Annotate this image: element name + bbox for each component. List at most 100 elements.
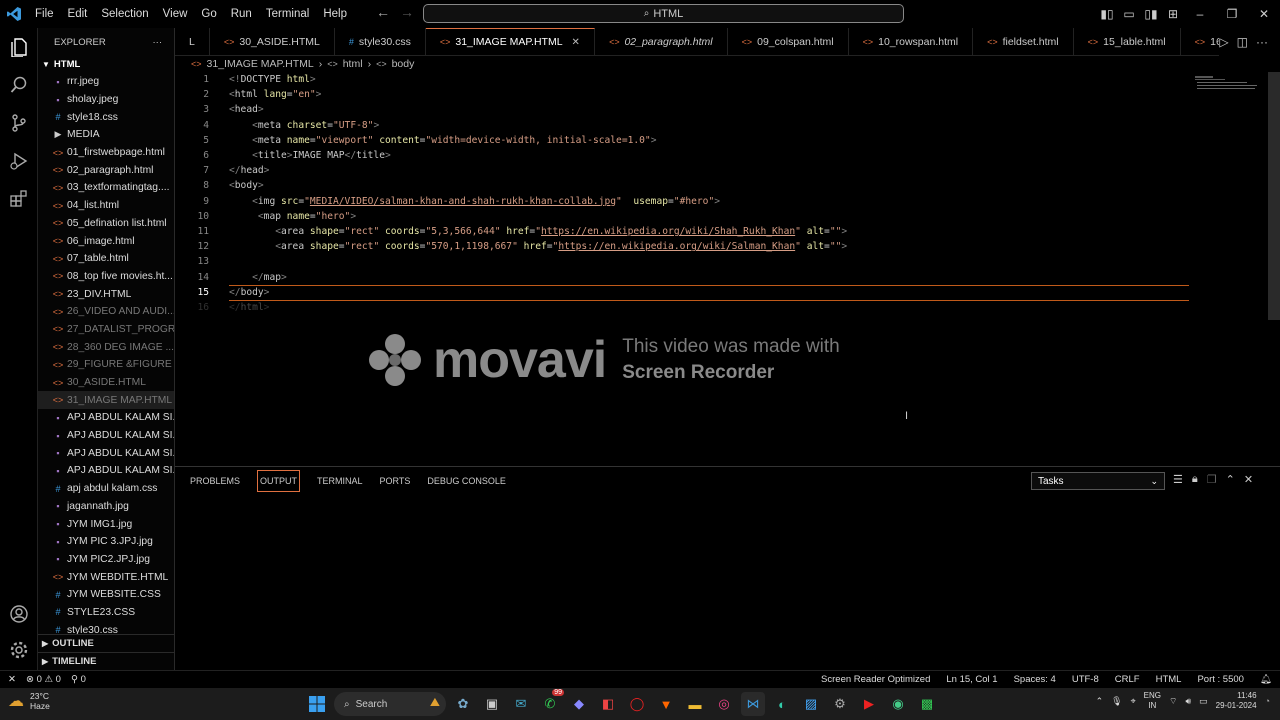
remote-icon[interactable]: ✕ bbox=[8, 674, 16, 685]
game-icon[interactable]: ▩ bbox=[915, 692, 939, 716]
restore-button[interactable]: ❐ bbox=[1216, 7, 1248, 21]
mail-icon[interactable]: ✉ bbox=[509, 692, 533, 716]
file-tree-item[interactable]: <> 27_DATALIST_PROGR... bbox=[38, 321, 174, 339]
extensions-icon[interactable] bbox=[0, 180, 38, 218]
file-tree-item[interactable]: ▪ JYM IMG1.jpg bbox=[38, 515, 174, 533]
file-tree-item[interactable]: ▪ APJ ABDUL KALAM SI... bbox=[38, 409, 174, 427]
close-tab-icon[interactable]: ✕ bbox=[572, 37, 580, 48]
file-tree-item[interactable]: <> 23_DIV.HTML bbox=[38, 285, 174, 303]
instagram-icon[interactable]: ◎ bbox=[712, 692, 736, 716]
toggle-panel-icon[interactable]: ▭ bbox=[1118, 7, 1140, 21]
run-debug-icon[interactable] bbox=[0, 142, 38, 180]
panel-tab-problems[interactable]: PROBLEMS bbox=[190, 470, 240, 492]
file-tree-item[interactable]: <> 29_FIGURE &FIGURE ... bbox=[38, 356, 174, 374]
search-icon[interactable] bbox=[0, 66, 38, 104]
panel-tab-output[interactable]: OUTPUT bbox=[257, 470, 301, 492]
file-tree-item[interactable]: # JYM WEBSITE.CSS bbox=[38, 586, 174, 604]
file-tree-item[interactable]: <> 06_image.html bbox=[38, 232, 174, 250]
breadcrumb-body[interactable]: body bbox=[392, 58, 415, 70]
menu-item-view[interactable]: View bbox=[156, 8, 195, 20]
file-tree-item[interactable]: ▪ JYM PIC 3.JPJ.jpg bbox=[38, 533, 174, 551]
file-tree-item[interactable]: ▪ jagannath.jpg bbox=[38, 498, 174, 516]
editor-tab[interactable]: <> 30_ASIDE.HTML bbox=[210, 28, 335, 55]
whatsapp-icon[interactable]: ✆ 99 bbox=[538, 689, 564, 716]
account-icon[interactable] bbox=[0, 595, 38, 633]
settings-gear-icon[interactable] bbox=[0, 631, 38, 669]
office-icon[interactable]: ◧ bbox=[596, 692, 620, 716]
chrome-icon[interactable]: ◉ bbox=[886, 692, 910, 716]
menu-item-run[interactable]: Run bbox=[224, 8, 259, 20]
edge-icon[interactable]: ◐ bbox=[770, 692, 794, 716]
file-tree-item[interactable]: <> 05_defination list.html bbox=[38, 215, 174, 233]
toggle-secondary-sidebar-icon[interactable]: ▯▮ bbox=[1140, 7, 1162, 21]
status-item[interactable]: Ln 15, Col 1 bbox=[946, 674, 997, 685]
status-item[interactable]: Port : 5500 bbox=[1197, 674, 1243, 685]
microphone-icon[interactable]: 🎙︎ bbox=[1111, 696, 1122, 707]
notifications-bell-icon[interactable]: 🔔︎ bbox=[1260, 674, 1272, 685]
more-actions-icon[interactable]: ··· bbox=[1256, 35, 1268, 49]
close-window-button[interactable]: ✕ bbox=[1248, 7, 1280, 21]
file-tree-item[interactable]: ▪ APJ ABDUL KALAM SI... bbox=[38, 444, 174, 462]
task-view-icon[interactable]: ▣ bbox=[480, 692, 504, 716]
battery-icon[interactable]: ▭ bbox=[1199, 696, 1208, 707]
copy-icon[interactable]: ❐ bbox=[1207, 473, 1217, 486]
list-icon[interactable]: ☰ bbox=[1173, 473, 1183, 486]
ports-indicator[interactable]: ⚲ 0 bbox=[71, 674, 86, 685]
wifi-icon[interactable]: ⌔ bbox=[1169, 696, 1177, 707]
menu-item-help[interactable]: Help bbox=[316, 8, 354, 20]
editor-tab[interactable]: # style30.css bbox=[335, 28, 426, 55]
workspace-folder[interactable]: ▼ HTML bbox=[38, 56, 174, 73]
editor-tab[interactable]: <> fieldset.html bbox=[973, 28, 1074, 55]
file-tree-item[interactable]: ▪ APJ ABDUL KALAM SI... bbox=[38, 462, 174, 480]
file-tree-item[interactable]: ▪ rrr.jpeg bbox=[38, 73, 174, 91]
menu-item-edit[interactable]: Edit bbox=[61, 8, 95, 20]
settings-icon[interactable]: ⚙ bbox=[828, 692, 852, 716]
status-item[interactable]: Screen Reader Optimized bbox=[821, 674, 930, 685]
output-channel-select[interactable]: Tasks ⌄ bbox=[1031, 472, 1165, 490]
file-tree-item[interactable]: <> 04_list.html bbox=[38, 197, 174, 215]
lock-icon[interactable]: 🔒︎ bbox=[1192, 473, 1198, 486]
notification-icon[interactable]: ◔ bbox=[1265, 696, 1270, 706]
forward-arrow-icon[interactable]: → bbox=[400, 4, 414, 20]
file-tree-item[interactable]: ▪ JYM PIC2.JPJ.jpg bbox=[38, 551, 174, 569]
minimap[interactable] bbox=[1195, 76, 1271, 92]
back-arrow-icon[interactable]: ← bbox=[376, 4, 390, 20]
status-item[interactable]: CRLF bbox=[1115, 674, 1140, 685]
file-explorer-icon[interactable]: ▬ bbox=[683, 692, 707, 716]
status-item[interactable]: Spaces: 4 bbox=[1014, 674, 1056, 685]
panel-tab-ports[interactable]: PORTS bbox=[380, 470, 411, 492]
panel-tab-debug-console[interactable]: DEBUG CONSOLE bbox=[427, 470, 506, 492]
chevron-up-icon[interactable]: ⌃ bbox=[1096, 696, 1104, 707]
opera-icon[interactable]: ◯ bbox=[625, 692, 649, 716]
editor-scrollbar[interactable] bbox=[1268, 72, 1280, 320]
youtube-icon[interactable]: ▶ bbox=[857, 692, 881, 716]
file-tree-item[interactable]: # apj abdul kalam.css bbox=[38, 480, 174, 498]
source-control-icon[interactable] bbox=[0, 104, 38, 142]
status-item[interactable]: HTML bbox=[1156, 674, 1182, 685]
file-tree-item[interactable]: <> 02_paragraph.html bbox=[38, 161, 174, 179]
clock[interactable]: 11:46 29-01-2024 bbox=[1216, 691, 1257, 711]
windows-start-icon[interactable] bbox=[305, 692, 329, 716]
file-tree-item[interactable]: <> 07_table.html bbox=[38, 250, 174, 268]
breadcrumb-html[interactable]: html bbox=[343, 58, 363, 70]
file-tree-item[interactable]: <> 30_ASIDE.HTML bbox=[38, 374, 174, 392]
editor-tab[interactable]: L bbox=[175, 28, 210, 55]
outline-section[interactable]: ▶ OUTLINE bbox=[38, 634, 174, 652]
photos-icon[interactable]: ▨ bbox=[799, 692, 823, 716]
file-tree-item[interactable]: <> JYM WEBDITE.HTML bbox=[38, 568, 174, 586]
minimize-button[interactable]: – bbox=[1184, 7, 1216, 21]
editor-tab[interactable]: <> 10_rowspan.html bbox=[849, 28, 974, 55]
file-tree-item[interactable]: ▪ sholay.jpeg bbox=[38, 91, 174, 109]
problems-indicator[interactable]: ⊗ 0 ⚠ 0 bbox=[26, 674, 61, 685]
run-icon[interactable]: ▷ bbox=[1219, 35, 1228, 49]
command-center-search[interactable]: ⌕ HTML bbox=[423, 4, 904, 23]
maximize-panel-icon[interactable]: ⌃ bbox=[1226, 473, 1235, 486]
breadcrumb-file[interactable]: 31_IMAGE MAP.HTML bbox=[207, 58, 314, 70]
file-tree-item[interactable]: ▪ APJ ABDUL KALAM SI... bbox=[38, 427, 174, 445]
file-tree-item[interactable]: <> 08_top five movies.ht... bbox=[38, 268, 174, 286]
location-icon[interactable]: ⌖ bbox=[1131, 696, 1136, 707]
panel-tab-terminal[interactable]: TERMINAL bbox=[317, 470, 363, 492]
file-tree-item[interactable]: <> 28_360 DEG IMAGE ... bbox=[38, 338, 174, 356]
file-tree-item[interactable]: <> 01_firstwebpage.html bbox=[38, 144, 174, 162]
explorer-icon[interactable] bbox=[0, 28, 38, 66]
